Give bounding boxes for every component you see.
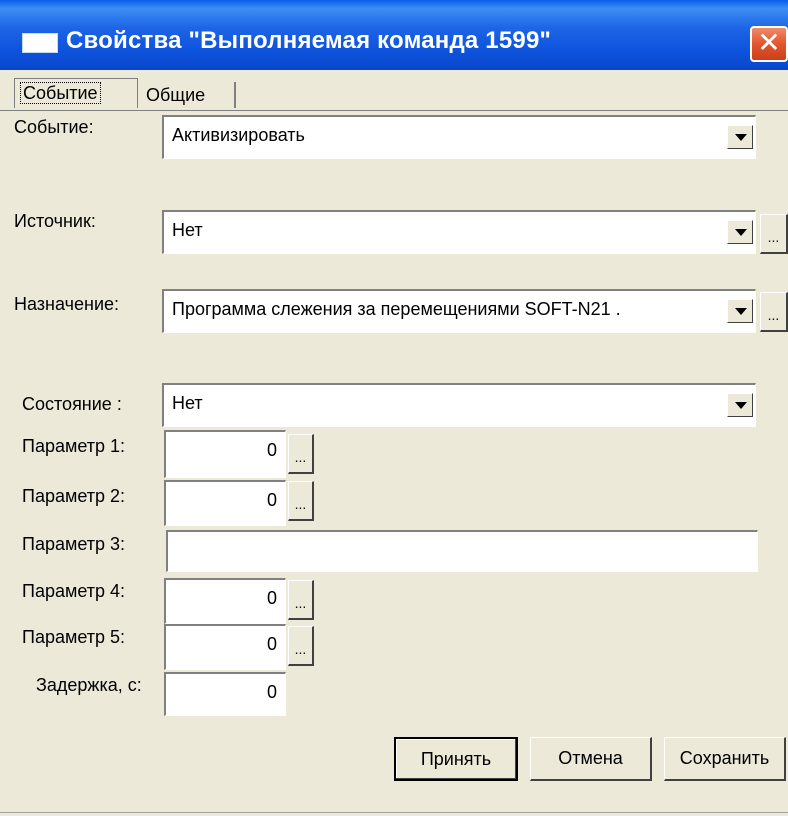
param2-field[interactable]: 0 <box>164 480 286 526</box>
window-title: Свойства "Выполняемая команда 1599" <box>66 27 552 54</box>
chevron-down-icon[interactable] <box>727 393 753 417</box>
param2-value: 0 <box>266 490 277 510</box>
param3-label: Параметр 3: <box>22 534 126 554</box>
tab-general-label: Общие <box>146 85 206 105</box>
param5-value: 0 <box>266 634 277 654</box>
delay-field[interactable]: 0 <box>164 672 286 716</box>
accept-button[interactable]: Принять <box>394 737 518 781</box>
state-select[interactable]: Нет <box>162 383 756 427</box>
source-select[interactable]: Нет <box>162 210 756 254</box>
dialog-bottom-edge <box>0 812 788 813</box>
param2-browse-button[interactable]: ... <box>288 481 314 521</box>
tab-divider <box>0 110 788 111</box>
param4-value: 0 <box>266 588 277 608</box>
chevron-down-icon[interactable] <box>727 299 753 323</box>
param1-browse-button[interactable]: ... <box>288 434 314 474</box>
tab-event-label: Событие <box>20 82 101 104</box>
tab-general[interactable]: Общие <box>140 82 236 108</box>
close-button[interactable]: ✕ <box>750 26 788 62</box>
event-label: Событие: <box>14 117 94 137</box>
param3-field[interactable] <box>166 530 758 572</box>
destination-browse-button[interactable]: ... <box>760 292 788 332</box>
param4-field[interactable]: 0 <box>164 578 286 624</box>
param5-browse-button[interactable]: ... <box>288 626 314 666</box>
param4-label: Параметр 4: <box>22 581 126 601</box>
param5-label: Параметр 5: <box>22 627 126 647</box>
title-bar[interactable]: Свойства "Выполняемая команда 1599" ✕ <box>0 0 788 70</box>
param1-value: 0 <box>266 440 277 460</box>
source-browse-button[interactable]: ... <box>760 214 788 254</box>
destination-select[interactable]: Программа слежения за перемещениями SOFT… <box>162 289 756 333</box>
param2-label: Параметр 2: <box>22 486 126 506</box>
state-label: Состояние : <box>22 394 122 414</box>
delay-value: 0 <box>266 682 277 702</box>
chevron-down-icon[interactable] <box>727 125 753 149</box>
destination-label: Назначение: <box>14 294 120 314</box>
state-select-value: Нет <box>172 393 203 413</box>
param1-field[interactable]: 0 <box>164 430 286 478</box>
event-select-value: Активизировать <box>172 125 305 145</box>
tab-event[interactable]: Событие <box>14 78 138 108</box>
source-label: Источник: <box>14 211 96 231</box>
source-select-value: Нет <box>172 220 203 240</box>
save-button[interactable]: Сохранить <box>664 737 786 781</box>
cancel-button[interactable]: Отмена <box>530 737 652 781</box>
param5-field[interactable]: 0 <box>164 624 286 670</box>
chevron-down-icon[interactable] <box>727 220 753 244</box>
param1-label: Параметр 1: <box>22 436 126 456</box>
window-icon <box>22 33 58 53</box>
param4-browse-button[interactable]: ... <box>288 580 314 620</box>
properties-dialog: Свойства "Выполняемая команда 1599" ✕ Со… <box>0 0 788 816</box>
destination-select-value: Программа слежения за перемещениями SOFT… <box>172 299 621 319</box>
event-select[interactable]: Активизировать <box>162 115 756 159</box>
delay-label: Задержка, с: <box>36 675 142 695</box>
